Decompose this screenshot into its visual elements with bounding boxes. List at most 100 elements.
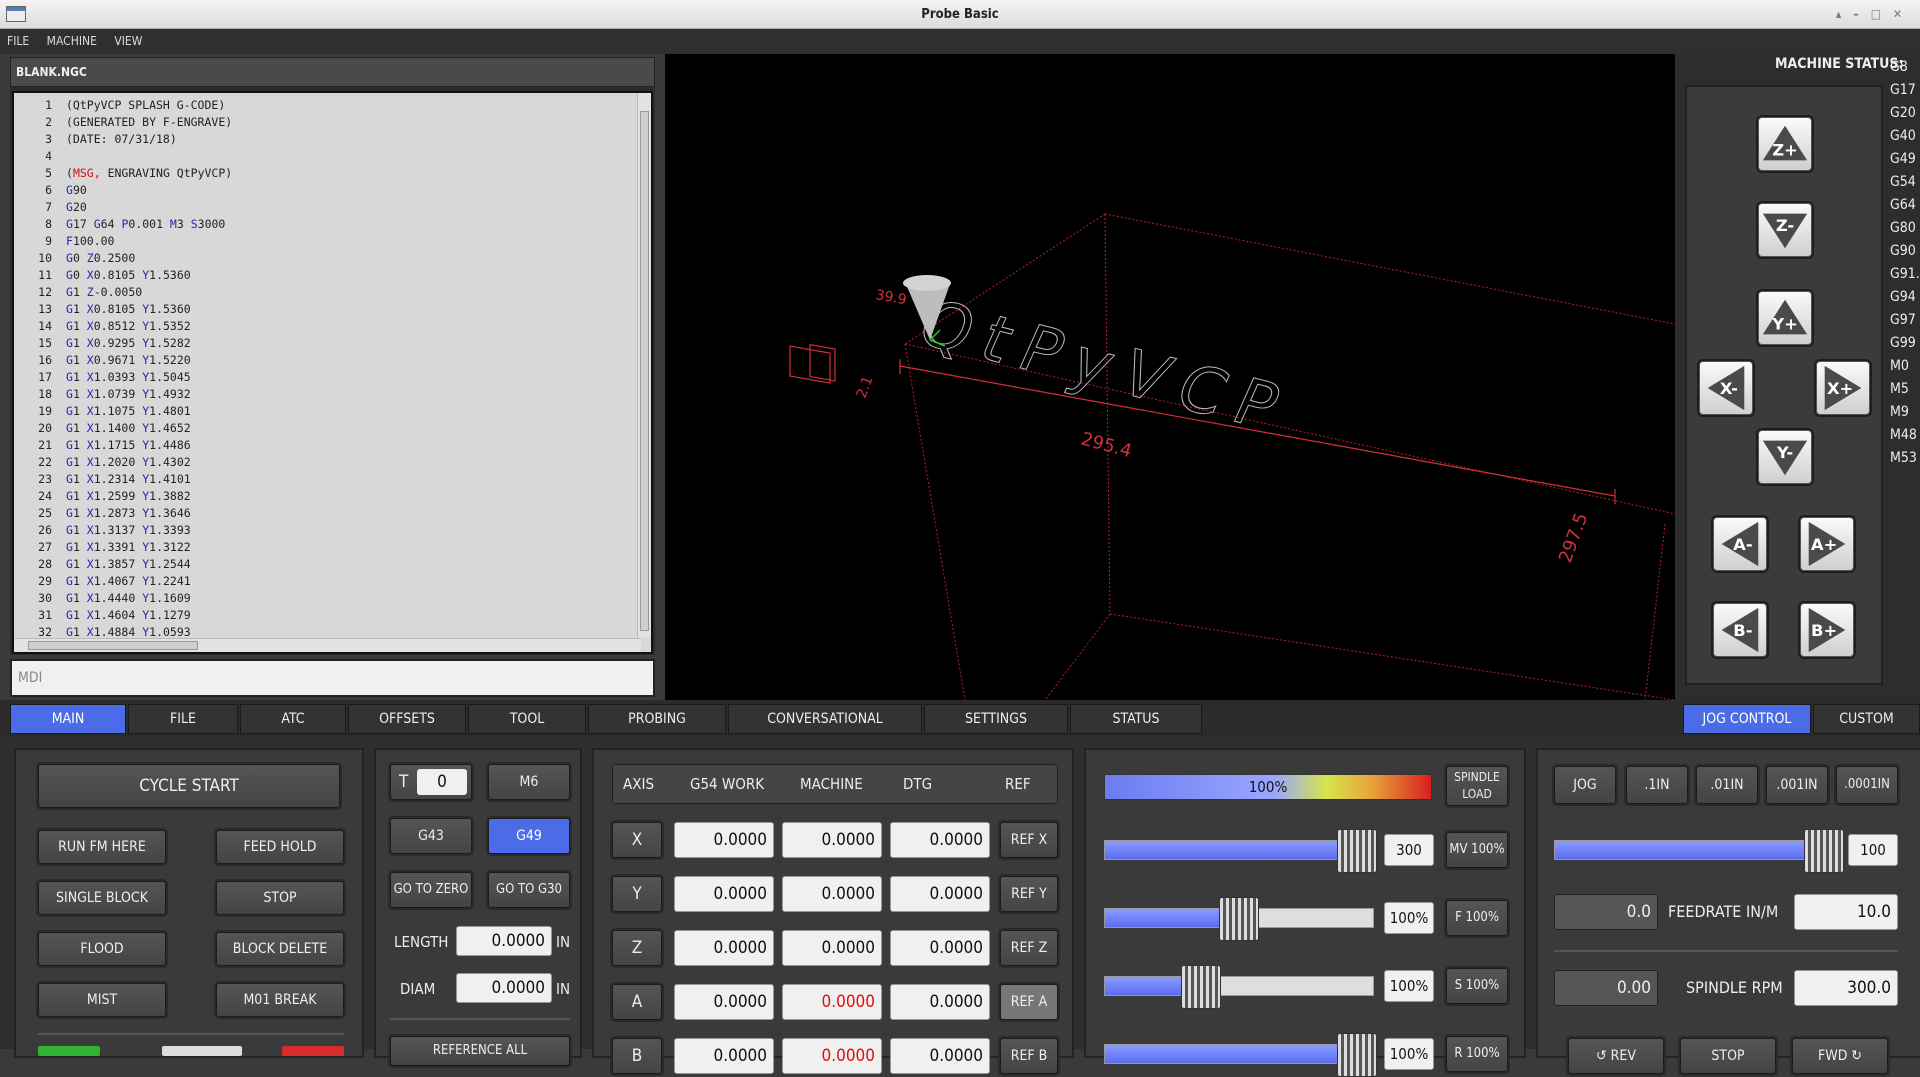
- gcode-line[interactable]: 25 G1 X1.2873 Y1.3646: [14, 505, 634, 522]
- gcode-line[interactable]: 9 F100.00: [14, 233, 634, 250]
- horizontal-scrollbar[interactable]: [14, 638, 641, 652]
- tab-atc[interactable]: ATC: [240, 704, 346, 734]
- jog-speed-value[interactable]: 100: [1848, 834, 1898, 866]
- ref-x-button[interactable]: REF X: [1000, 822, 1058, 858]
- gcode-line[interactable]: 26 G1 X1.3137 Y1.3393: [14, 522, 634, 539]
- gcode-line[interactable]: 20 G1 X1.1400 Y1.4652: [14, 420, 634, 437]
- block-delete-button[interactable]: BLOCK DELETE: [216, 932, 344, 966]
- gcode-line[interactable]: 15 G1 X0.9295 Y1.5282: [14, 335, 634, 352]
- gcode-line[interactable]: 18 G1 X1.0739 Y1.4932: [14, 386, 634, 403]
- g43-button[interactable]: G43: [390, 818, 472, 854]
- menu-view[interactable]: VIEW: [107, 29, 149, 54]
- gcode-line[interactable]: 27 G1 X1.3391 Y1.3122: [14, 539, 634, 556]
- dro-work-y[interactable]: 0.0000: [674, 876, 774, 912]
- tool-length-field[interactable]: 0.0000: [456, 926, 552, 956]
- feedrate-setpoint[interactable]: 10.0: [1794, 894, 1898, 930]
- jog-speed-slider[interactable]: [1554, 829, 1844, 873]
- tab-offsets[interactable]: OFFSETS: [348, 704, 466, 734]
- gcode-line[interactable]: 19 G1 X1.1075 Y1.4801: [14, 403, 634, 420]
- tab-file[interactable]: FILE: [128, 704, 238, 734]
- gcode-line[interactable]: 10 G0 Z0.2500: [14, 250, 634, 267]
- tab-status[interactable]: STATUS: [1070, 704, 1202, 734]
- spindle-stop-button[interactable]: STOP: [1680, 1038, 1776, 1074]
- tab-main[interactable]: MAIN: [10, 704, 126, 734]
- gcode-line[interactable]: 16 G1 X0.9671 Y1.5220: [14, 352, 634, 369]
- single-block-button[interactable]: SINGLE BLOCK: [38, 881, 166, 915]
- gcode-line[interactable]: 2 (GENERATED BY F-ENGRAVE): [14, 114, 634, 131]
- dro-axis-b[interactable]: B: [612, 1038, 662, 1074]
- gcode-line[interactable]: 30 G1 X1.4440 Y1.1609: [14, 590, 634, 607]
- m01-break-button[interactable]: M01 BREAK: [216, 983, 344, 1017]
- gcode-line[interactable]: 24 G1 X1.2599 Y1.3882: [14, 488, 634, 505]
- dro-axis-a[interactable]: A: [612, 984, 662, 1020]
- go-to-g30-button[interactable]: GO TO G30: [488, 872, 570, 908]
- ref-a-button[interactable]: REF A: [1000, 984, 1058, 1020]
- flood-button[interactable]: FLOOD: [38, 932, 166, 966]
- gcode-line[interactable]: 22 G1 X1.2020 Y1.4302: [14, 454, 634, 471]
- tab-jog-control[interactable]: JOG CONTROL: [1683, 704, 1811, 734]
- gcode-line[interactable]: 11 G0 X0.8105 Y1.5360: [14, 267, 634, 284]
- jog-a-plus-button[interactable]: A+: [1800, 517, 1854, 571]
- feed-override-slider[interactable]: [1104, 897, 1374, 941]
- jog-z-minus-button[interactable]: Z-: [1758, 203, 1812, 257]
- run-from-here-button[interactable]: RUN FM HERE: [38, 830, 166, 864]
- mv-reset-button[interactable]: MV 100%: [1446, 832, 1508, 868]
- spindle-rev-button[interactable]: ↺ REV: [1568, 1038, 1664, 1074]
- jog-y-minus-button[interactable]: Y-: [1758, 430, 1812, 484]
- cycle-start-button[interactable]: CYCLE START: [38, 764, 340, 808]
- increment-0-0001-button[interactable]: .0001IN: [1836, 766, 1898, 804]
- jog-b-plus-button[interactable]: B+: [1800, 603, 1854, 657]
- tab-tool[interactable]: TOOL: [468, 704, 586, 734]
- spindle-reset-button[interactable]: S 100%: [1446, 968, 1508, 1004]
- mist-button[interactable]: MIST: [38, 983, 166, 1017]
- gcode-line[interactable]: 13 G1 X0.8105 Y1.5360: [14, 301, 634, 318]
- jog-a-minus-button[interactable]: A-: [1713, 517, 1767, 571]
- jog-mode-button[interactable]: JOG: [1554, 766, 1616, 804]
- gcode-line[interactable]: 28 G1 X1.3857 Y1.2544: [14, 556, 634, 573]
- gcode-editor[interactable]: 1 (QtPyVCP SPLASH G-CODE) 2 (GENERATED BY F…: [12, 91, 653, 654]
- gcode-line[interactable]: 8 G17 G64 P0.001 M3 S3000: [14, 216, 634, 233]
- increment-0-01-button[interactable]: .01IN: [1696, 766, 1758, 804]
- gcode-line[interactable]: 31 G1 X1.4604 Y1.1279: [14, 607, 634, 624]
- reference-all-button[interactable]: REFERENCE ALL: [390, 1036, 570, 1066]
- jog-b-minus-button[interactable]: B-: [1713, 603, 1767, 657]
- gcode-line[interactable]: 14 G1 X0.8512 Y1.5352: [14, 318, 634, 335]
- estop-indicator[interactable]: [282, 1046, 344, 1056]
- ref-z-button[interactable]: REF Z: [1000, 930, 1058, 966]
- mdi-input[interactable]: MDI: [10, 659, 655, 697]
- rapid-reset-button[interactable]: R 100%: [1446, 1036, 1508, 1072]
- power-on-indicator[interactable]: [38, 1046, 100, 1056]
- spindle-rpm-setpoint[interactable]: 300.0: [1794, 970, 1898, 1006]
- dro-work-x[interactable]: 0.0000: [674, 822, 774, 858]
- go-to-zero-button[interactable]: GO TO ZERO: [390, 872, 472, 908]
- jog-z-plus-button[interactable]: Z+: [1758, 117, 1812, 171]
- gcode-line[interactable]: 12 G1 Z-0.0050: [14, 284, 634, 301]
- gcode-line[interactable]: 6 G90: [14, 182, 634, 199]
- gcode-line[interactable]: 21 G1 X1.1715 Y1.4486: [14, 437, 634, 454]
- tab-conversational[interactable]: CONVERSATIONAL: [728, 704, 922, 734]
- jog-y-plus-button[interactable]: Y+: [1758, 291, 1812, 345]
- gcode-3d-preview[interactable]: 295.4 297.5 39.9 2.1 QtPyVCP: [665, 54, 1675, 700]
- tool-number-field[interactable]: 0: [417, 769, 467, 795]
- dro-axis-x[interactable]: X: [612, 822, 662, 858]
- gcode-line[interactable]: 3 (DATE: 07/31/18): [14, 131, 634, 148]
- spindle-override-slider[interactable]: [1104, 965, 1374, 1009]
- dro-axis-z[interactable]: Z: [612, 930, 662, 966]
- gcode-line[interactable]: 23 G1 X1.2314 Y1.4101: [14, 471, 634, 488]
- window-controls[interactable]: ▴–□✕: [1836, 0, 1914, 29]
- tab-settings[interactable]: SETTINGS: [924, 704, 1068, 734]
- vertical-scrollbar[interactable]: [637, 93, 651, 638]
- feed-hold-button[interactable]: FEED HOLD: [216, 830, 344, 864]
- menu-file[interactable]: FILE: [0, 29, 36, 54]
- g49-button[interactable]: G49: [488, 818, 570, 854]
- gcode-line[interactable]: 7 G20: [14, 199, 634, 216]
- feed-reset-button[interactable]: F 100%: [1446, 900, 1508, 936]
- increment-0-001-button[interactable]: .001IN: [1766, 766, 1828, 804]
- tab-custom[interactable]: CUSTOM: [1813, 704, 1920, 734]
- gcode-line[interactable]: 29 G1 X1.4067 Y1.2241: [14, 573, 634, 590]
- jog-x-minus-button[interactable]: X-: [1699, 361, 1753, 415]
- gcode-line[interactable]: 4: [14, 148, 634, 165]
- ref-y-button[interactable]: REF Y: [1000, 876, 1058, 912]
- dro-axis-y[interactable]: Y: [612, 876, 662, 912]
- increment-0-1-button[interactable]: .1IN: [1626, 766, 1688, 804]
